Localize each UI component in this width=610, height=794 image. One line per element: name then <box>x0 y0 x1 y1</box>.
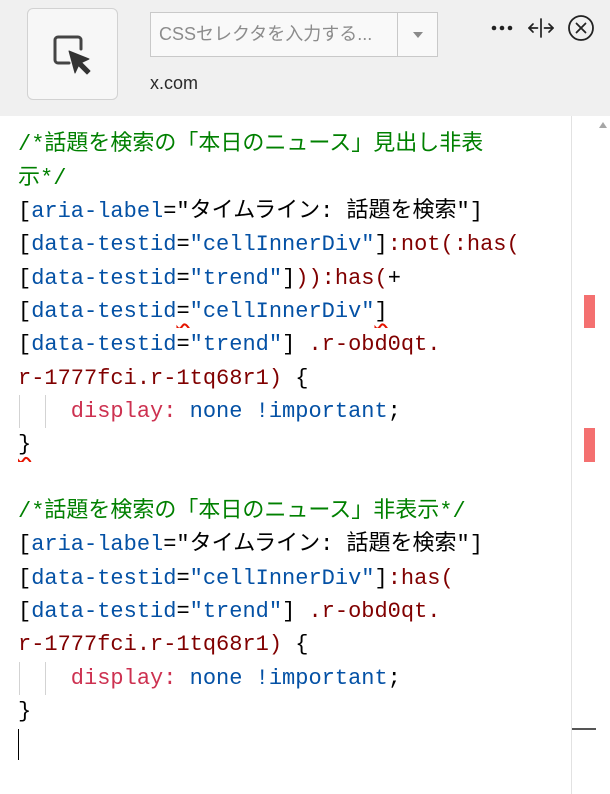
code-token-punctuation: [ <box>18 265 32 291</box>
code-token-punctuation: [ <box>18 198 32 224</box>
code-token-punctuation: ] <box>374 232 388 258</box>
site-label: x.com <box>150 73 199 93</box>
code-area[interactable]: /*話題を検索の「本日のニュース」見出し非表 示*/[aria-label="タイ… <box>0 116 571 794</box>
code-line[interactable]: 示*/ <box>18 162 571 195</box>
code-token-punctuation: = <box>176 298 190 324</box>
code-line[interactable] <box>18 462 571 495</box>
code-token-comment: 示*/ <box>18 165 67 191</box>
code-token-punctuation: [ <box>18 532 32 558</box>
code-line[interactable]: /*話題を検索の「本日のニュース」非表示*/ <box>18 495 571 528</box>
code-token-attribute: data-testid <box>31 565 177 591</box>
code-line[interactable] <box>18 728 571 761</box>
code-token-punctuation: { <box>282 632 309 658</box>
code-editor[interactable]: /*話題を検索の「本日のニュース」見出し非表 示*/[aria-label="タイ… <box>0 116 610 794</box>
code-line[interactable]: } <box>18 695 571 728</box>
code-token-punctuation: ="タイムライン: 話題を検索"] <box>163 532 483 558</box>
code-token-attribute: data-testid <box>31 332 177 358</box>
code-token-attribute: "cellInnerDiv" <box>189 232 375 258</box>
lint-error-marker[interactable] <box>584 294 595 329</box>
code-token-attribute: data-testid <box>31 598 177 624</box>
css-editor-popup: x.com <box>0 0 610 794</box>
selector-dropdown-button[interactable] <box>397 12 438 57</box>
code-token-punctuation: [ <box>18 298 32 324</box>
code-token-attribute: "cellInnerDiv" <box>189 298 375 324</box>
code-token-selector: :not(:has( <box>387 232 520 258</box>
code-token-punctuation: ; <box>387 398 401 424</box>
toolbar: x.com <box>0 0 610 116</box>
lint-error-marker[interactable] <box>584 428 595 462</box>
element-picker-button[interactable] <box>27 8 118 100</box>
code-token-punctuation: = <box>176 232 190 258</box>
code-token-punctuation: = <box>176 598 190 624</box>
code-token-punctuation: = <box>176 265 190 291</box>
code-token-punctuation: ] <box>374 565 388 591</box>
scroll-up-arrow-icon[interactable] <box>599 122 607 128</box>
close-circle-icon <box>567 14 595 42</box>
code-token-punctuation: ; <box>387 665 401 691</box>
code-line[interactable]: [data-testid="cellInnerDiv"]:not(:has( <box>18 228 571 261</box>
code-token-attribute: "trend" <box>189 332 283 358</box>
code-token-property: display: <box>18 398 177 424</box>
cursor-position-marker <box>572 728 596 731</box>
text-cursor <box>18 729 19 761</box>
code-token-punctuation: } <box>18 698 32 724</box>
code-token-punctuation: [ <box>18 565 32 591</box>
code-token-punctuation: = <box>176 565 190 591</box>
code-token-selector: .r-obd0qt. <box>308 598 441 624</box>
selector-input[interactable] <box>150 12 398 57</box>
code-token-punctuation: = <box>176 332 190 358</box>
code-token-punctuation: ] <box>282 265 296 291</box>
code-token-punctuation: ="タイムライン: 話題を検索"] <box>163 198 483 224</box>
more-button[interactable] <box>491 23 515 33</box>
code-token-selector: :has( <box>387 565 454 591</box>
code-token-selector: r-1777fci.r-1tq68r1) <box>18 365 283 391</box>
close-button[interactable] <box>567 14 595 42</box>
code-token-attribute: "trend" <box>189 265 283 291</box>
code-token-punctuation: [ <box>18 332 32 358</box>
code-line[interactable]: } <box>18 428 571 461</box>
code-line[interactable]: display: none !important; <box>18 661 571 695</box>
code-token-attribute: data-testid <box>31 265 177 291</box>
code-line[interactable]: /*話題を検索の「本日のニュース」見出し非表 <box>18 128 571 161</box>
element-picker-icon <box>52 33 93 75</box>
code-token-punctuation: { <box>282 365 309 391</box>
code-token-punctuation: [ <box>18 598 32 624</box>
more-horizontal-icon <box>491 23 515 33</box>
code-token-attribute: "trend" <box>189 598 283 624</box>
code-token-comment: /*話題を検索の「本日のニュース」見出し非表 <box>18 132 484 158</box>
overview-ruler[interactable] <box>571 116 610 794</box>
code-line[interactable]: display: none !important; <box>18 394 571 429</box>
code-token-attribute: aria-label <box>31 532 164 558</box>
code-token-punctuation: [ <box>18 232 32 258</box>
code-token-punctuation: ] <box>374 298 388 324</box>
code-token-punctuation: } <box>18 432 32 458</box>
code-token-selector: .r-obd0qt. <box>308 332 441 358</box>
code-token-attribute: data-testid <box>31 232 177 258</box>
code-line[interactable]: [data-testid="cellInnerDiv"] <box>18 295 571 328</box>
code-line[interactable]: [data-testid="cellInnerDiv"]:has( <box>18 562 571 595</box>
code-line[interactable]: [aria-label="タイムライン: 話題を検索"] <box>18 528 571 561</box>
code-line[interactable]: r-1777fci.r-1tq68r1) { <box>18 628 571 661</box>
code-line[interactable]: [data-testid="trend"] .r-obd0qt. <box>18 328 571 361</box>
resize-horizontal-icon <box>527 18 555 38</box>
code-line[interactable]: [aria-label="タイムライン: 話題を検索"] <box>18 195 571 228</box>
code-line[interactable]: r-1777fci.r-1tq68r1) { <box>18 362 571 395</box>
resize-button[interactable] <box>527 18 555 38</box>
code-token-value: none !important <box>176 665 388 691</box>
code-token-selector: r-1777fci.r-1tq68r1) <box>18 632 283 658</box>
code-token-attribute: aria-label <box>31 198 164 224</box>
code-token-attribute: data-testid <box>31 298 177 324</box>
code-token-punctuation: ] <box>282 332 309 358</box>
code-token-attribute: "cellInnerDiv" <box>189 565 375 591</box>
code-token-comment: /*話題を検索の「本日のニュース」非表示*/ <box>18 498 466 524</box>
code-token-value: none !important <box>176 398 388 424</box>
code-line[interactable]: [data-testid="trend"] .r-obd0qt. <box>18 595 571 628</box>
code-line[interactable]: [data-testid="trend"])):has(+ <box>18 262 571 295</box>
code-token-property: display: <box>18 665 177 691</box>
code-token-selector: )):has( <box>295 265 388 291</box>
code-token-punctuation: + <box>387 265 401 291</box>
caret-down-icon <box>413 32 423 38</box>
code-token-punctuation: ] <box>282 598 309 624</box>
